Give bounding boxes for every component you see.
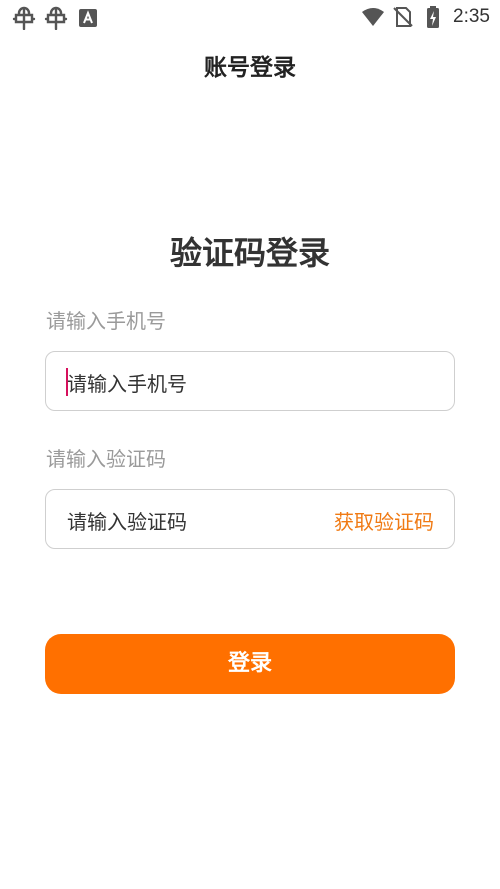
page-title: 账号登录 [204, 55, 296, 81]
battery-charging-icon [421, 5, 445, 29]
wifi-icon [361, 5, 385, 29]
code-label: 请输入验证码 [46, 447, 166, 471]
bug-icon [12, 6, 36, 31]
login-heading: 验证码登录 [169, 234, 330, 272]
login-button[interactable]: 登录 [45, 634, 455, 694]
no-sim-icon [391, 5, 415, 29]
phone-label: 请输入手机号 [46, 309, 166, 333]
phone-input-placeholder: 请输入手机号 [67, 372, 187, 396]
get-code-button[interactable]: 获取验证码 [334, 506, 434, 535]
code-input[interactable]: 请输入验证码 获取验证码 [45, 489, 455, 549]
font-icon [76, 6, 100, 30]
status-bar: 2:35 [0, 0, 500, 34]
clock-time: 2:35 [453, 6, 490, 27]
code-input-placeholder: 请输入验证码 [67, 510, 187, 534]
phone-input[interactable]: 请输入手机号 [45, 351, 455, 411]
status-bar-right: 2:35 [361, 5, 490, 29]
status-bar-left [12, 6, 100, 31]
bug-icon [44, 6, 68, 31]
